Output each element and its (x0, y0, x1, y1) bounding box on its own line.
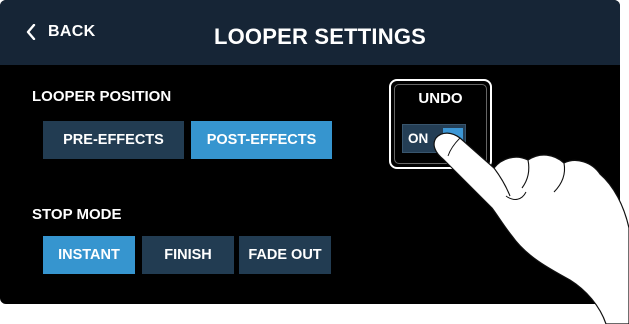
post-effects-button[interactable]: POST-EFFECTS (191, 121, 332, 159)
fade-out-button[interactable]: FADE OUT (239, 236, 331, 274)
stop-mode-label: STOP MODE (32, 206, 122, 223)
header-bar: BACK LOOPER SETTINGS (0, 0, 620, 65)
instant-button[interactable]: INSTANT (43, 236, 135, 274)
looper-position-label: LOOPER POSITION (32, 88, 172, 105)
undo-toggle-text: ON (408, 131, 429, 146)
finish-button[interactable]: FINISH (142, 236, 234, 274)
pointing-hand-icon (433, 132, 629, 324)
undo-label: UNDO (418, 90, 463, 107)
pre-effects-button[interactable]: PRE-EFFECTS (43, 121, 184, 159)
page-title: LOOPER SETTINGS (213, 24, 427, 49)
